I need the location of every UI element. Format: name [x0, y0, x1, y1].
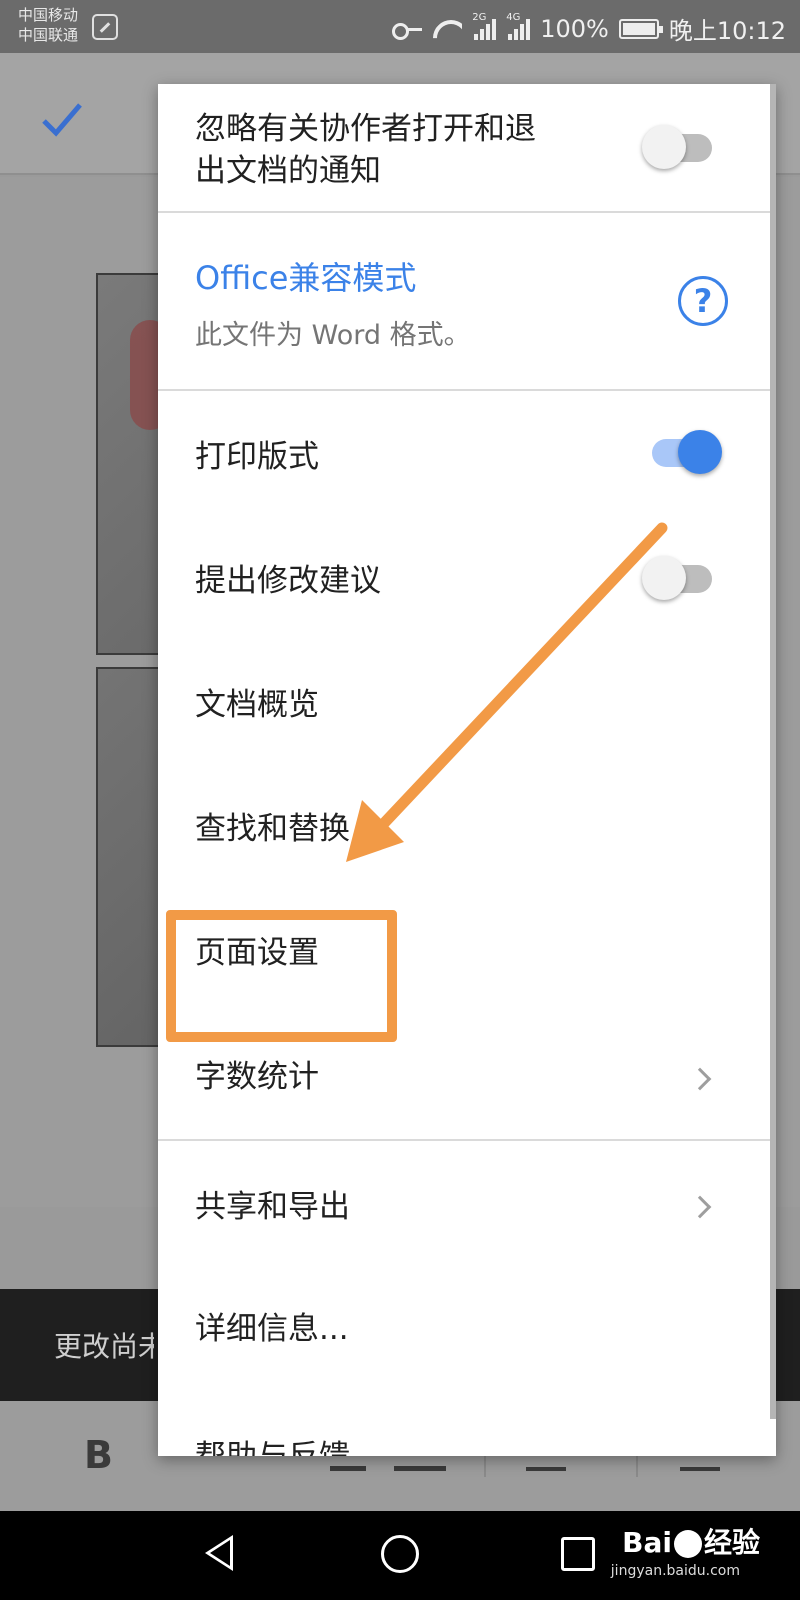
menu-item-find-replace[interactable]: 查找和替换... [158, 763, 770, 887]
menu-item-label: 打印版式 [195, 439, 319, 475]
menu-item-suggest-changes[interactable]: 提出修改建议 [158, 515, 770, 639]
status-bar: 中国移动 中国联通 2G 4G 100% 晚上10:12 [0, 0, 800, 53]
menu-item-label: 帮助与反馈 [195, 1431, 350, 1456]
menu-item-label: 字数统计 [195, 1059, 319, 1095]
suggest-changes-toggle[interactable] [642, 553, 716, 603]
menu-item-document-outline[interactable]: 文档概览 [158, 639, 770, 763]
label-line1: 忽略有关协作者打开和退 [195, 111, 536, 147]
overflow-menu: 忽略有关协作者打开和退 出文档的通知 Office兼容模式 此文件为 Word … [158, 84, 776, 1456]
status-icons: 2G 4G 100% 晚上10:12 [392, 11, 786, 46]
menu-item-print-layout[interactable]: 打印版式 [158, 391, 770, 515]
paw-icon [673, 1530, 702, 1558]
help-circle-icon[interactable]: ? [678, 276, 728, 326]
carrier-2: 中国联通 [18, 26, 79, 44]
office-mode-subtitle: 此文件为 Word 格式。 [195, 320, 471, 351]
highlight-box-annotation [166, 910, 397, 1042]
menu-item-label: 共享和导出 [195, 1189, 350, 1225]
home-icon[interactable] [381, 1535, 419, 1573]
menu-item-help-feedback[interactable]: 帮助与反馈 [158, 1389, 770, 1456]
net-4g-label: 4G [506, 11, 521, 23]
chevron-right-icon [688, 1195, 712, 1219]
carrier-1: 中国移动 [18, 6, 79, 24]
menu-item-label: 详细信息... [195, 1311, 349, 1347]
net-2g-label: 2G [472, 11, 487, 23]
chevron-right-icon [688, 1067, 712, 1091]
bold-button[interactable]: B [84, 1433, 113, 1477]
battery-percent: 100% [540, 14, 609, 43]
battery-icon [618, 18, 663, 39]
key-icon [392, 22, 423, 40]
back-icon[interactable] [205, 1535, 233, 1571]
print-layout-toggle[interactable] [648, 427, 722, 477]
carrier-names: 中国移动 中国联通 [18, 5, 78, 45]
watermark-brand: Bai [622, 1526, 672, 1559]
menu-item-details[interactable]: 详细信息... [158, 1265, 770, 1389]
check-icon[interactable] [40, 99, 84, 139]
menu-scrollbar[interactable] [770, 84, 776, 1419]
label-line2: 出文档的通知 [195, 153, 381, 189]
menu-item-label: 文档概览 [195, 687, 319, 723]
menu-item-ignore-notifications[interactable]: 忽略有关协作者打开和退 出文档的通知 [158, 84, 770, 211]
watermark: Bai 经验 [622, 1521, 760, 1561]
menu-item-label: 忽略有关协作者打开和退 出文档的通知 [195, 108, 536, 192]
clock: 晚上10:12 [668, 17, 786, 45]
wifi-icon [432, 18, 462, 40]
recent-apps-icon[interactable] [561, 1537, 595, 1571]
signal-2g-icon: 2G [472, 12, 497, 40]
notifications-toggle[interactable] [642, 122, 716, 172]
snackbar-text: 更改尚未 [54, 1330, 154, 1363]
system-nav-bar: Bai 经验 jingyan.baidu.com [0, 1511, 800, 1600]
office-mode-title: Office兼容模式 [195, 259, 417, 297]
link-icon [92, 14, 118, 40]
signal-4g-icon: 4G [506, 12, 531, 40]
watermark-url: jingyan.baidu.com [610, 1563, 740, 1579]
watermark-brand2: 经验 [703, 1526, 760, 1559]
menu-item-share-export[interactable]: 共享和导出 [158, 1141, 770, 1265]
menu-item-label: 查找和替换... [195, 811, 380, 847]
menu-item-label: 提出修改建议 [195, 563, 381, 599]
